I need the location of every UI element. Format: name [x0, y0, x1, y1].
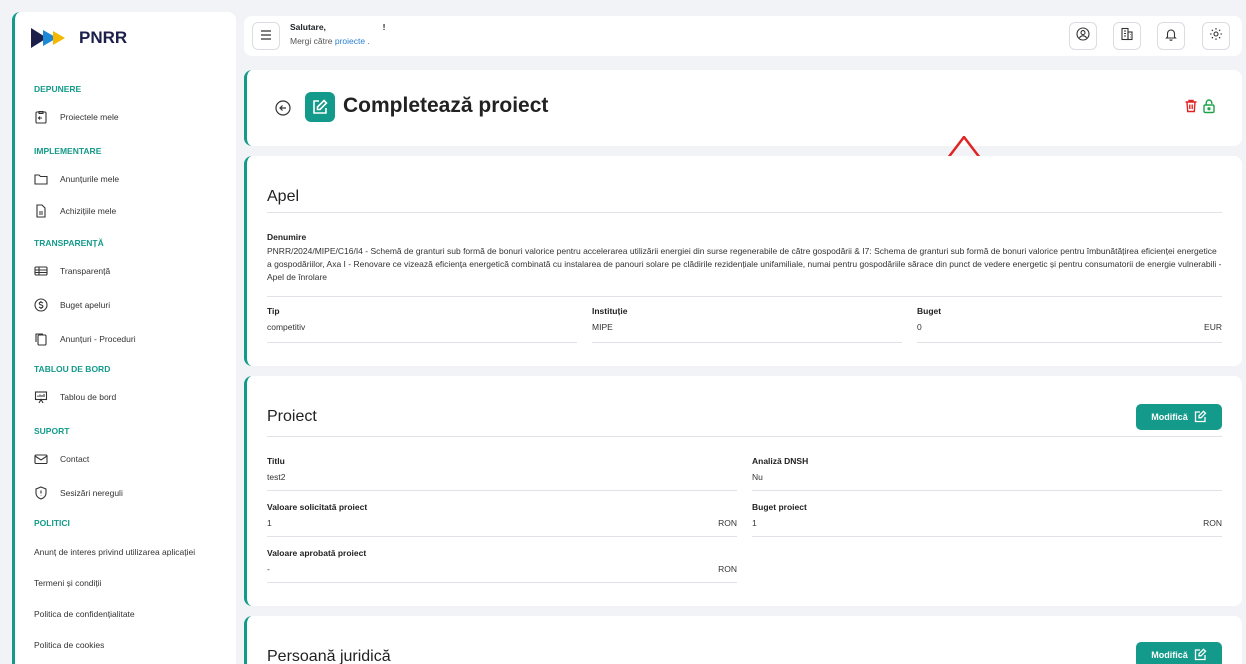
table-icon: [34, 264, 48, 278]
institution-button[interactable]: [1113, 22, 1141, 50]
titlu-label: Titlu: [267, 456, 285, 466]
delete-icon[interactable]: [1183, 98, 1199, 114]
edit-square-icon: [305, 92, 335, 122]
divider: [267, 536, 737, 537]
buget-label: Buget: [917, 306, 942, 316]
dnsh-value: Nu: [752, 472, 763, 482]
persoana-juridica-card: Persoană juridică Modifică: [244, 616, 1242, 664]
buget-proiect-value: 1: [752, 518, 757, 528]
divider: [592, 342, 902, 343]
sidebar-item-tablou-de-bord[interactable]: Tablou de bord: [34, 388, 116, 406]
valoare-solicitata-value: 1: [267, 518, 272, 528]
bell-icon: [1164, 27, 1178, 46]
sidebar-item-sesizari-nereguli[interactable]: Sesizări nereguli: [34, 484, 123, 502]
buget-value: 0: [917, 322, 922, 332]
user-circle-icon: [1076, 26, 1090, 46]
logo-text: PNRR: [79, 28, 128, 47]
page-title-card: Completează proiect: [244, 70, 1242, 146]
logo[interactable]: PNRR: [15, 12, 236, 64]
building-icon: [1120, 27, 1134, 46]
sidebar-item-proiectele-mele[interactable]: Proiectele mele: [34, 108, 119, 126]
sidebar-item-contact[interactable]: Contact: [34, 450, 89, 468]
sidebar-item-buget-apeluri[interactable]: Buget apeluri: [34, 296, 110, 314]
titlu-value: test2: [267, 472, 286, 482]
policy-link-anunt[interactable]: Anunț de interes privind utilizarea apli…: [34, 547, 195, 557]
divider: [752, 490, 1222, 491]
buget-proiect-unit: RON: [1203, 518, 1222, 528]
copy-icon: [34, 332, 48, 346]
pnrr-logo-icon: [31, 28, 65, 48]
hamburger-icon: [260, 27, 272, 45]
divider: [267, 582, 737, 583]
unlock-icon[interactable]: [1201, 98, 1217, 114]
proiect-title: Proiect: [267, 408, 317, 425]
sidebar-item-transparenta[interactable]: Transparență: [34, 262, 110, 280]
valoare-aprobata-unit: RON: [718, 564, 737, 574]
projects-link[interactable]: proiecte: [335, 36, 365, 46]
greeting-text: Salutare, !: [290, 22, 386, 32]
policy-link-cookies[interactable]: Politica de cookies: [34, 640, 104, 650]
divider: [267, 212, 1222, 213]
profile-button[interactable]: [1069, 22, 1097, 50]
denumire-label: Denumire: [267, 232, 307, 242]
tip-label: Tip: [267, 306, 280, 316]
sidebar-item-anunturile-mele[interactable]: Anunțurile mele: [34, 170, 119, 188]
divider: [917, 342, 1222, 343]
back-arrow-icon[interactable]: [275, 100, 291, 116]
divider: [267, 342, 577, 343]
settings-icon: [1209, 27, 1223, 46]
section-depunere: DEPUNERE: [34, 84, 82, 94]
dollar-icon: [34, 298, 48, 312]
shield-alert-icon: [34, 486, 48, 500]
page-title: Completează proiect: [343, 94, 549, 117]
modify-persoana-button[interactable]: Modifică: [1136, 642, 1222, 664]
policy-link-confidentialitate[interactable]: Politica de confidențialitate: [34, 609, 135, 619]
section-tablou-de-bord: TABLOU DE BORD: [34, 364, 111, 374]
valoare-solicitata-unit: RON: [718, 518, 737, 528]
apel-card: Apel Denumire PNRR/2024/MIPE/C16/I4 - Sc…: [244, 156, 1242, 366]
dnsh-label: Analiză DNSH: [752, 456, 809, 466]
section-politici: POLITICI: [34, 518, 70, 528]
buget-unit: EUR: [1204, 322, 1222, 332]
persoana-title: Persoană juridică: [267, 648, 391, 664]
sidebar: PNRR DEPUNERE Proiectele mele IMPLEMENTA…: [12, 12, 236, 664]
mail-icon: [34, 452, 48, 466]
divider: [267, 436, 1222, 437]
divider: [267, 490, 737, 491]
section-transparenta: TRANSPARENȚĂ: [34, 238, 104, 248]
divider: [267, 296, 1222, 297]
presentation-icon: [34, 390, 48, 404]
folder-icon: [34, 172, 48, 186]
menu-toggle-button[interactable]: [252, 22, 280, 50]
section-implementare: IMPLEMENTARE: [34, 146, 102, 156]
proiect-card: Proiect Modifică Titlu test2 Analiză DNS…: [244, 376, 1242, 606]
valoare-solicitata-label: Valoare solicitată proiect: [267, 502, 368, 512]
institutie-value: MIPE: [592, 322, 613, 332]
section-suport: SUPORT: [34, 426, 70, 436]
notifications-button[interactable]: [1157, 22, 1185, 50]
denumire-value: PNRR/2024/MIPE/C16/I4 - Schemă de grantu…: [267, 246, 1222, 282]
sidebar-item-anunturi-proceduri[interactable]: Anunțuri - Proceduri: [34, 330, 136, 348]
tip-value: competitiv: [267, 322, 306, 332]
sidebar-item-achizitiile-mele[interactable]: Achizițiile mele: [34, 202, 116, 220]
valoare-aprobata-label: Valoare aprobată proiect: [267, 548, 367, 558]
valoare-aprobata-value: -: [267, 564, 270, 574]
folder-arrow-icon: [34, 110, 48, 124]
policy-link-termeni[interactable]: Termeni și condiții: [34, 578, 102, 588]
edit-icon: [1194, 647, 1207, 663]
document-icon: [34, 204, 48, 218]
divider: [752, 536, 1222, 537]
buget-proiect-label: Buget proiect: [752, 502, 807, 512]
edit-icon: [1194, 409, 1207, 425]
top-header: Salutare, ! Mergi către proiecte .: [244, 16, 1242, 56]
institutie-label: Instituție: [592, 306, 628, 316]
goto-text: Mergi către proiecte .: [290, 36, 370, 46]
modify-proiect-button[interactable]: Modifică: [1136, 404, 1222, 430]
settings-button[interactable]: [1202, 22, 1230, 50]
apel-title: Apel: [267, 188, 300, 205]
